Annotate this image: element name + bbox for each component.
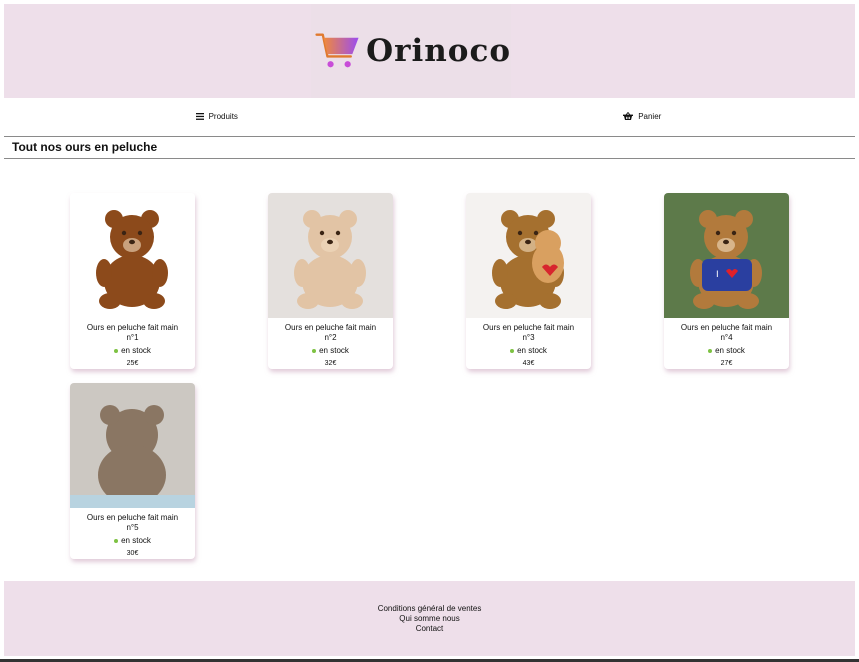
product-card[interactable]: I Ours en peluche fait main n°4 en stock 27… xyxy=(664,193,789,369)
product-stock: en stock xyxy=(466,346,591,355)
product-stock-label: en stock xyxy=(715,346,745,355)
nav-products[interactable]: Produits xyxy=(4,98,430,134)
svg-text:I: I xyxy=(716,270,719,280)
product-card[interactable]: Ours en peluche fait main n°1 en stock 25€ xyxy=(70,193,195,369)
product-card[interactable]: Ours en peluche fait main n°3 en stock 43€ xyxy=(466,193,591,369)
product-image xyxy=(70,193,195,318)
site-header: Orinoco xyxy=(4,4,855,98)
footer-link-cgv[interactable]: Conditions général de ventes xyxy=(378,604,482,614)
product-stock-label: en stock xyxy=(121,346,151,355)
product-price: 30€ xyxy=(126,550,139,557)
product-name: Ours en peluche fait main n°1 xyxy=(86,323,179,342)
product-stock-label: en stock xyxy=(517,346,547,355)
product-price: 25€ xyxy=(126,360,139,367)
stock-dot-icon xyxy=(114,538,119,543)
shopping-cart-icon xyxy=(315,33,359,68)
footer-link-contact[interactable]: Contact xyxy=(416,624,444,634)
product-card[interactable]: Ours en peluche fait main n°2 en stock 32€ xyxy=(268,193,393,369)
product-image xyxy=(70,383,195,508)
site-footer: Conditions général de ventes Qui somme n… xyxy=(4,581,855,656)
main-nav: Produits Panier xyxy=(4,98,855,134)
brand-logo[interactable]: Orinoco xyxy=(311,4,511,98)
stock-dot-icon xyxy=(312,348,317,353)
section-title: Tout nos ours en peluche xyxy=(4,136,855,159)
product-name: Ours en peluche fait main n°2 xyxy=(284,323,377,342)
stock-dot-icon xyxy=(708,348,713,353)
product-stock-label: en stock xyxy=(121,536,151,545)
basket-icon xyxy=(623,112,634,120)
stock-dot-icon xyxy=(510,348,515,353)
product-image: I xyxy=(664,193,789,318)
product-card[interactable]: Ours en peluche fait main n°5 en stock 30€ xyxy=(70,383,195,559)
product-name: Ours en peluche fait main n°4 xyxy=(680,323,773,342)
stock-dot-icon xyxy=(114,348,119,353)
nav-cart-label: Panier xyxy=(638,111,662,121)
page: Orinoco Produits Panier Tout nos ours en xyxy=(4,4,855,658)
nav-products-label: Produits xyxy=(208,111,238,121)
product-image xyxy=(268,193,393,318)
product-name: Ours en peluche fait main n°3 xyxy=(482,323,575,342)
product-stock: en stock xyxy=(664,346,789,355)
product-price: 43€ xyxy=(522,360,535,367)
product-price: 32€ xyxy=(324,360,337,367)
product-stock: en stock xyxy=(268,346,393,355)
nav-cart[interactable]: Panier xyxy=(430,98,856,134)
brand-name: Orinoco xyxy=(366,33,511,69)
product-stock-label: en stock xyxy=(319,346,349,355)
product-name: Ours en peluche fait main n°5 xyxy=(86,513,179,532)
footer-link-about[interactable]: Qui somme nous xyxy=(399,614,459,624)
product-stock: en stock xyxy=(70,346,195,355)
product-image xyxy=(466,193,591,318)
product-price: 27€ xyxy=(720,360,733,367)
menu-icon xyxy=(195,112,204,120)
product-stock: en stock xyxy=(70,536,195,545)
